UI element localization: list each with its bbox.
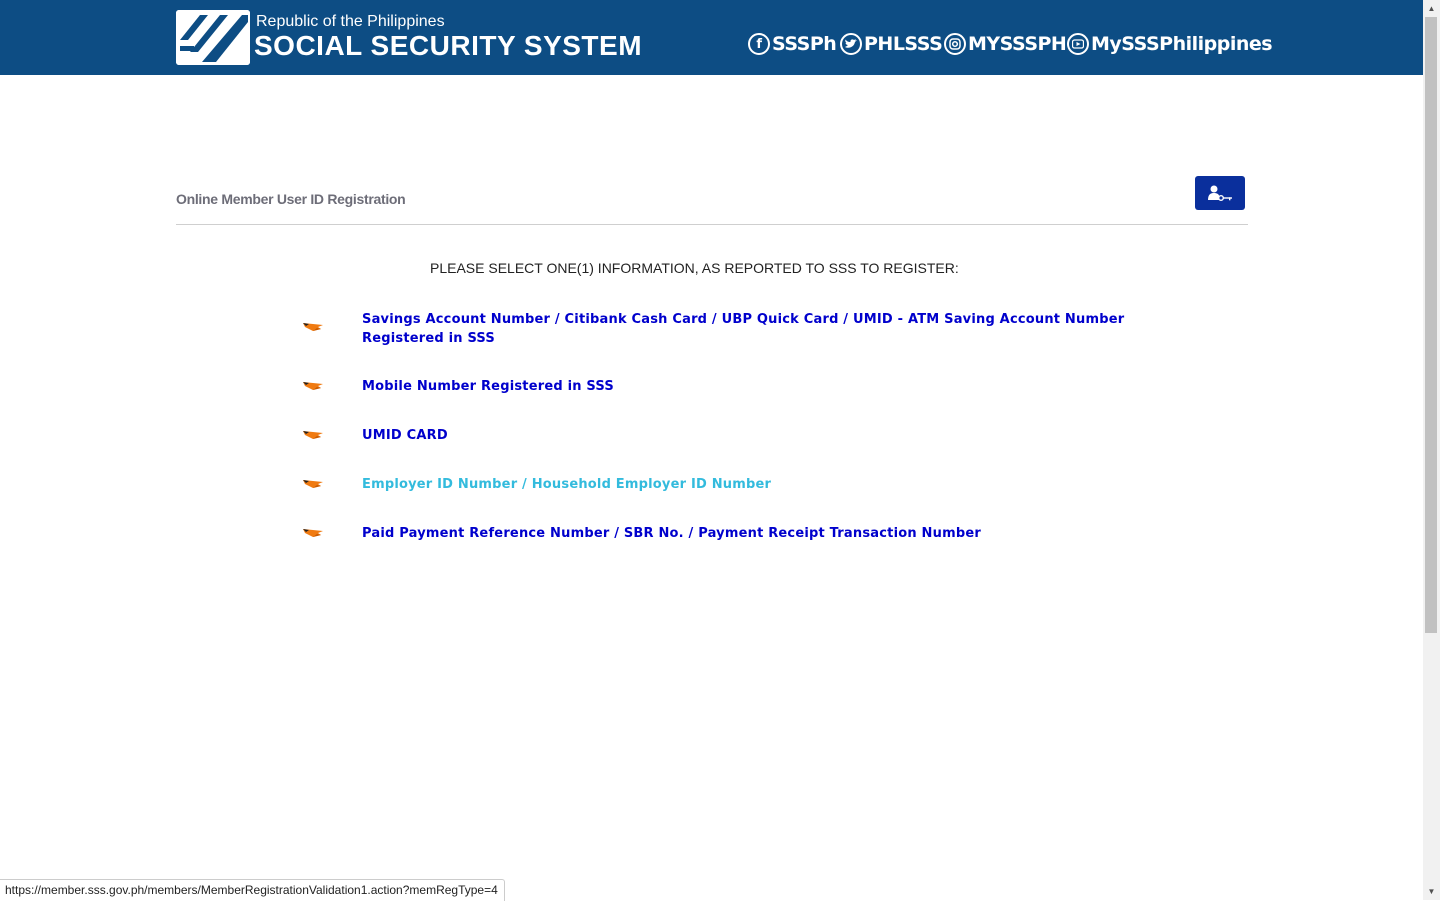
scroll-thumb[interactable] [1425, 17, 1437, 633]
pointing-hand-icon [303, 529, 323, 537]
social-link-twitter[interactable]: PHLSSS [840, 31, 943, 57]
youtube-icon [1067, 33, 1089, 55]
social-label: PHLSSS [864, 33, 943, 55]
option-payment-reference[interactable]: Paid Payment Reference Number / SBR No. … [362, 524, 981, 543]
pointing-hand-icon [303, 480, 323, 488]
social-label: MYSSSPH [968, 33, 1067, 55]
scroll-up-icon[interactable]: ▲ [1423, 0, 1440, 17]
social-link-facebook[interactable]: f SSSPh [748, 31, 837, 57]
option-mobile-number[interactable]: Mobile Number Registered in SSS [362, 377, 614, 396]
status-bar-url: https://member.sss.gov.ph/members/Member… [0, 879, 505, 901]
option-employer-id[interactable]: Employer ID Number / Household Employer … [362, 475, 771, 494]
option-label: Employer ID Number / Household Employer … [362, 477, 772, 492]
logo-subtitle: Republic of the Philippines [256, 13, 445, 30]
option-label: Savings Account Number / Citibank Cash C… [362, 312, 1125, 327]
facebook-icon: f [748, 33, 770, 55]
social-link-youtube[interactable]: MySSSPhilippines [1067, 31, 1273, 57]
option-savings-account[interactable]: Savings Account Number / Citibank Cash C… [362, 310, 1124, 348]
scroll-down-icon[interactable]: ▼ [1423, 883, 1440, 900]
sss-logo-icon[interactable] [176, 10, 250, 65]
page-title: Online Member User ID Registration [176, 191, 406, 207]
user-login-button[interactable] [1195, 176, 1245, 210]
vertical-scrollbar[interactable]: ▲ ▼ [1423, 0, 1440, 900]
option-label: Mobile Number Registered in SSS [362, 379, 614, 394]
social-link-instagram[interactable]: MYSSSPH [944, 31, 1067, 57]
logo-title: SOCIAL SECURITY SYSTEM [254, 30, 643, 61]
instruction-text: PLEASE SELECT ONE(1) INFORMATION, AS REP… [430, 260, 959, 276]
user-key-icon [1208, 185, 1232, 201]
twitter-icon [840, 33, 862, 55]
site-header: Republic of the Philippines SOCIAL SECUR… [0, 0, 1423, 75]
social-label: MySSSPhilippines [1091, 33, 1273, 55]
option-label: Paid Payment Reference Number / SBR No. … [362, 526, 981, 541]
option-label: UMID CARD [362, 428, 448, 443]
pointing-hand-icon [303, 431, 323, 439]
option-umid-card[interactable]: UMID CARD [362, 426, 448, 445]
social-label: SSSPh [772, 33, 837, 55]
option-label-line2: Registered in SSS [362, 331, 495, 346]
pointing-hand-icon [303, 323, 323, 331]
pointing-hand-icon [303, 382, 323, 390]
instagram-icon [944, 33, 966, 55]
title-divider [176, 224, 1248, 225]
